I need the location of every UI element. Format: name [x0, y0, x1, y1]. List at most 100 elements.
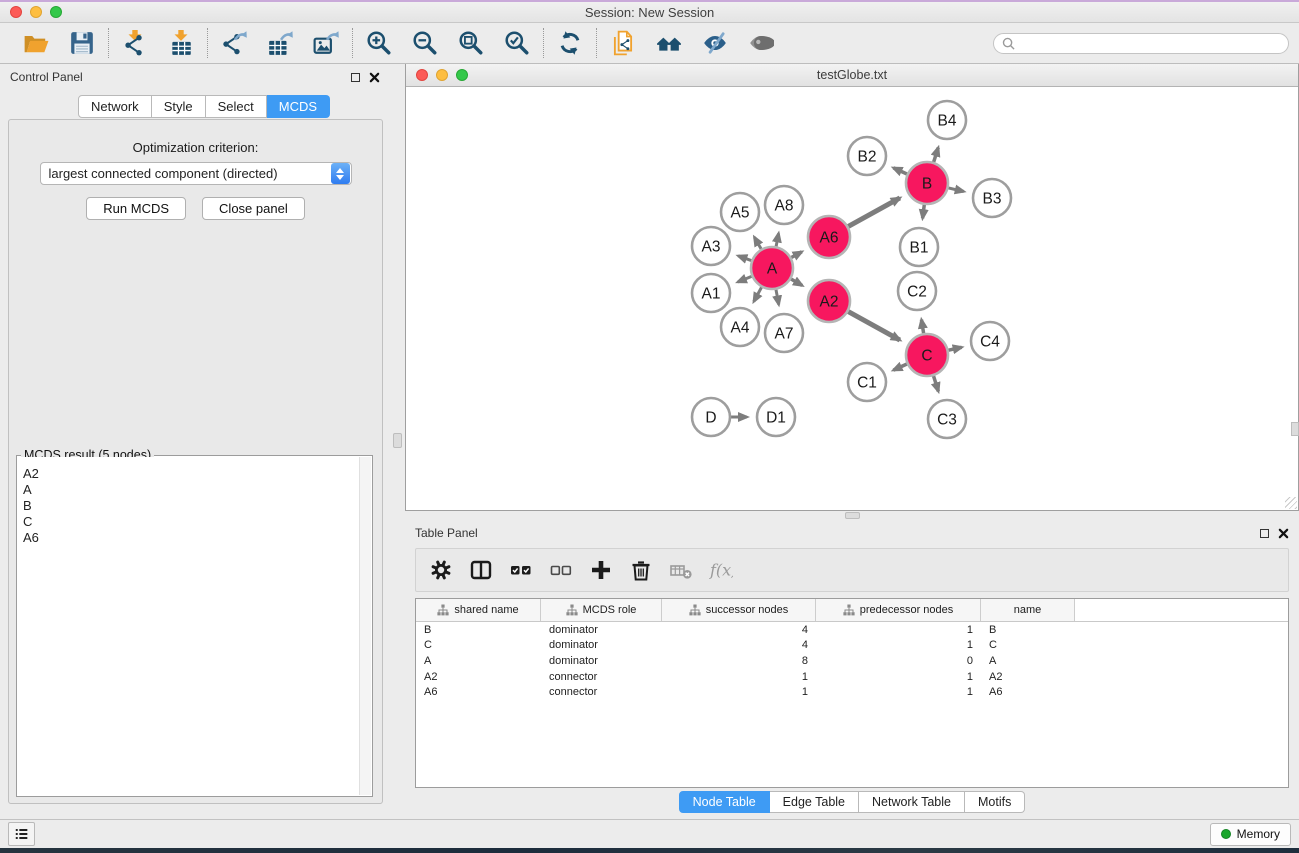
node-A3[interactable]: A3	[692, 227, 730, 265]
zoom-out-button[interactable]	[411, 29, 439, 57]
node-label-A6: A6	[820, 230, 839, 247]
table-row-A[interactable]: Adominator80A	[416, 653, 1288, 669]
edge-A-A6[interactable]	[791, 252, 801, 258]
node-A2[interactable]: A2	[808, 280, 850, 322]
mcds-result-scrollbar[interactable]	[359, 457, 371, 795]
clone-network-button[interactable]	[609, 29, 637, 57]
hsplitter-thumb[interactable]	[845, 512, 860, 519]
node-B[interactable]: B	[906, 162, 948, 204]
edge-B-B2[interactable]	[893, 168, 906, 174]
edge-C-C1[interactable]	[893, 364, 906, 370]
edge-A6-B[interactable]	[848, 198, 900, 226]
node-A5[interactable]: A5	[721, 193, 759, 231]
edge-C-C4[interactable]	[948, 347, 961, 350]
show-graphics-details-button[interactable]	[747, 29, 775, 57]
edge-A2-C[interactable]	[848, 312, 900, 340]
right-splitter-thumb[interactable]	[1291, 422, 1299, 436]
close-panel-icon[interactable]	[369, 72, 380, 83]
select-all-columns-button[interactable]	[508, 557, 534, 583]
column-header-shared-name[interactable]: shared name	[416, 599, 541, 621]
open-file-button[interactable]	[22, 29, 50, 57]
tab-motifs[interactable]: Motifs	[965, 791, 1025, 813]
node-B1[interactable]: B1	[900, 228, 938, 266]
float-panel-icon[interactable]	[351, 73, 360, 82]
tab-network[interactable]: Network	[78, 95, 152, 118]
search-box[interactable]	[993, 33, 1289, 54]
edge-B-B3[interactable]	[948, 188, 963, 192]
zoom-in-button[interactable]	[365, 29, 393, 57]
node-C4[interactable]: C4	[971, 322, 1009, 360]
node-C[interactable]: C	[906, 334, 948, 376]
node-D[interactable]: D	[692, 398, 730, 436]
delete-columns-button[interactable]	[628, 557, 654, 583]
column-header-successor-nodes[interactable]: successor nodes	[662, 599, 816, 621]
node-C2[interactable]: C2	[898, 272, 936, 310]
node-B4[interactable]: B4	[928, 101, 966, 139]
import-table-button[interactable]	[167, 29, 195, 57]
zoom-selected-button[interactable]	[503, 29, 531, 57]
hide-graphics-details-button[interactable]	[701, 29, 729, 57]
network-canvas[interactable]: A A1 A2 A3 A4 A5 A6 A7 A8 B B1 B2 B3 B4 C C1 C2 C3 C4 D D1	[406, 87, 1298, 510]
node-B3[interactable]: B3	[973, 179, 1011, 217]
node-A4[interactable]: A4	[721, 308, 759, 346]
table-row-C[interactable]: Cdominator41C	[416, 638, 1288, 654]
splitter-thumb[interactable]	[393, 433, 402, 448]
edge-B-B4[interactable]	[934, 148, 939, 162]
edge-C-C3[interactable]	[934, 376, 939, 391]
close-panel-button[interactable]: Close panel	[202, 197, 305, 220]
node-C3[interactable]: C3	[928, 400, 966, 438]
run-mcds-button[interactable]: Run MCDS	[86, 197, 186, 220]
node-C1[interactable]: C1	[848, 363, 886, 401]
zoom-fit-button[interactable]	[457, 29, 485, 57]
edge-B-B1[interactable]	[923, 205, 925, 218]
horizontal-splitter[interactable]	[405, 511, 1299, 520]
cell-name: A	[981, 655, 1075, 667]
edge-C-C2[interactable]	[921, 320, 923, 334]
edge-A-A4[interactable]	[754, 287, 762, 301]
table-options-gear-button[interactable]	[428, 557, 454, 583]
export-table-button[interactable]	[266, 29, 294, 57]
node-B2[interactable]: B2	[848, 137, 886, 175]
unselect-all-columns-button[interactable]	[548, 557, 574, 583]
show-panels-button[interactable]	[655, 29, 683, 57]
refresh-layout-button[interactable]	[556, 29, 584, 57]
edge-A-A1[interactable]	[738, 276, 752, 282]
tab-style[interactable]: Style	[152, 95, 206, 118]
show-column-button[interactable]	[468, 557, 494, 583]
close-table-panel-icon[interactable]	[1278, 528, 1289, 539]
node-A1[interactable]: A1	[692, 274, 730, 312]
task-history-button[interactable]	[8, 822, 35, 846]
node-A6[interactable]: A6	[808, 216, 850, 258]
criterion-dropdown[interactable]: largest connected component (directed)	[40, 162, 352, 185]
node-A7[interactable]: A7	[765, 314, 803, 352]
edge-A-A5[interactable]	[754, 237, 761, 249]
edge-A-A2[interactable]	[791, 279, 802, 285]
search-input[interactable]	[1020, 36, 1280, 50]
tab-node-table[interactable]: Node Table	[679, 791, 770, 813]
column-header-MCDS-role[interactable]: MCDS role	[541, 599, 662, 621]
import-network-button[interactable]	[121, 29, 149, 57]
float-table-panel-icon[interactable]	[1260, 529, 1269, 538]
edge-A-A3[interactable]	[738, 256, 751, 261]
tab-network-table[interactable]: Network Table	[859, 791, 965, 813]
tab-edge-table[interactable]: Edge Table	[770, 791, 859, 813]
create-column-button[interactable]	[588, 557, 614, 583]
edge-A-A7[interactable]	[776, 290, 779, 305]
window-resize-grip[interactable]	[1285, 497, 1297, 509]
node-A[interactable]: A	[751, 247, 793, 289]
table-row-B[interactable]: Bdominator41B	[416, 622, 1288, 638]
tab-mcds[interactable]: MCDS	[267, 95, 330, 118]
node-A8[interactable]: A8	[765, 186, 803, 224]
memory-button[interactable]: Memory	[1210, 823, 1291, 846]
edge-A-A8[interactable]	[776, 233, 778, 246]
table-row-A6[interactable]: A6connector11A6	[416, 684, 1288, 700]
node-D1[interactable]: D1	[757, 398, 795, 436]
export-image-button[interactable]	[312, 29, 340, 57]
vertical-splitter[interactable]	[390, 64, 405, 819]
column-header-name[interactable]: name	[981, 599, 1075, 621]
export-network-button[interactable]	[220, 29, 248, 57]
save-session-button[interactable]	[68, 29, 96, 57]
tab-select[interactable]: Select	[206, 95, 267, 118]
table-row-A2[interactable]: A2connector11A2	[416, 669, 1288, 685]
column-header-predecessor-nodes[interactable]: predecessor nodes	[816, 599, 981, 621]
